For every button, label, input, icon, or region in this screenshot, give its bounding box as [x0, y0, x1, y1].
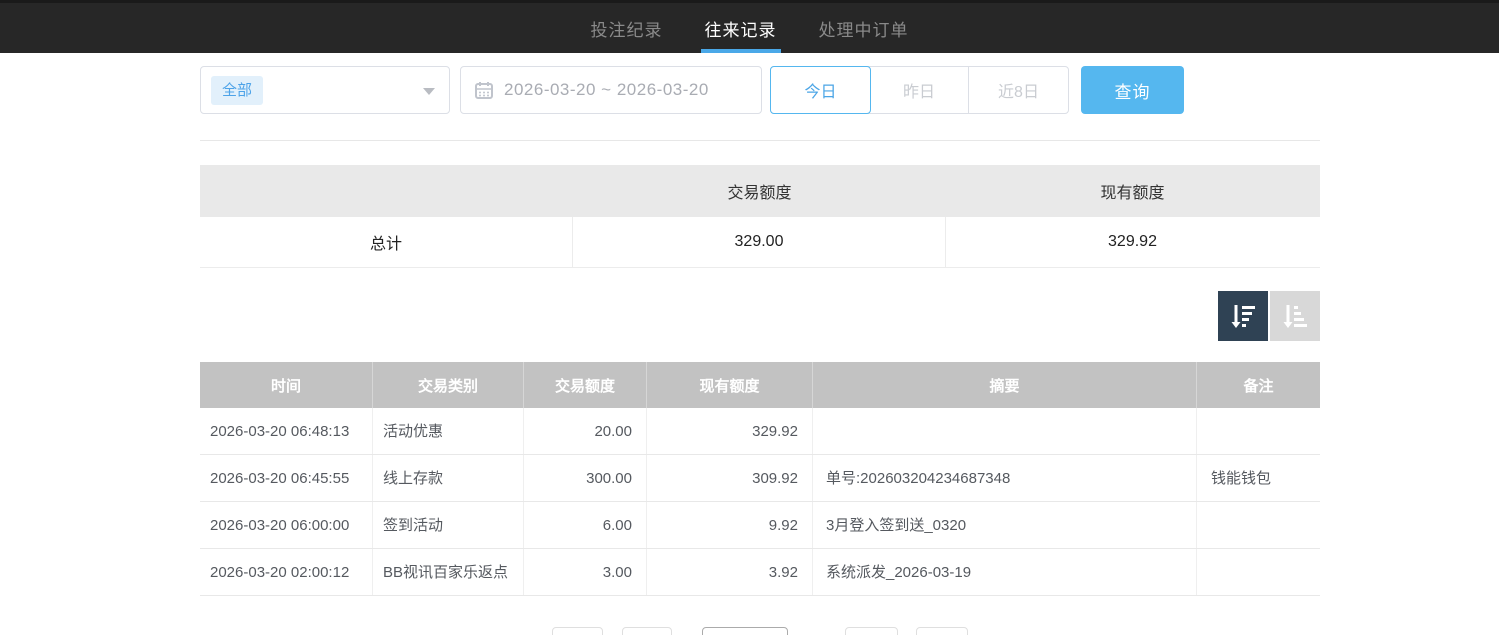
- header-summary: 摘要: [813, 362, 1197, 408]
- cell-time: 2026-03-20 06:48:13: [200, 408, 373, 454]
- tab-processing-orders[interactable]: 处理中订单: [813, 3, 915, 53]
- cell-amount: 20.00: [524, 408, 647, 454]
- tab-transaction-records[interactable]: 往来记录: [699, 3, 783, 53]
- selected-type-chip: 全部: [211, 76, 263, 105]
- search-button[interactable]: 查询: [1081, 66, 1184, 114]
- cell-summary: 系统派发_2026-03-19: [813, 549, 1197, 595]
- pagination-button[interactable]: [552, 627, 603, 635]
- sort-ascending-button[interactable]: [1270, 291, 1320, 341]
- sort-descending-icon: [1228, 301, 1258, 331]
- transaction-type-select[interactable]: 全部: [200, 66, 450, 114]
- filter-row: 全部 2026-03-20 ~ 2026-03-20 今日 昨日: [200, 66, 1320, 114]
- date-range-picker[interactable]: 2026-03-20 ~ 2026-03-20: [460, 66, 762, 114]
- pagination-button[interactable]: [916, 627, 968, 635]
- cell-balance: 9.92: [647, 502, 813, 548]
- filter-divider: [200, 140, 1320, 141]
- summary-total-row: 总计 329.00 329.92: [200, 217, 1320, 268]
- cell-amount: 300.00: [524, 455, 647, 501]
- pagination-current-page[interactable]: [702, 627, 788, 635]
- header-remark: 备注: [1197, 362, 1320, 408]
- summary-total-label: 总计: [200, 217, 573, 267]
- top-tab-bar: 投注纪录 往来记录 处理中订单: [0, 0, 1499, 53]
- cell-remark: [1197, 502, 1320, 548]
- sort-descending-button[interactable]: [1218, 291, 1268, 341]
- summary-header-row: 交易额度 现有额度: [200, 165, 1320, 217]
- cell-amount: 6.00: [524, 502, 647, 548]
- sort-bar: [200, 291, 1320, 341]
- table-row: 2026-03-20 06:48:13 活动优惠 20.00 329.92: [200, 408, 1320, 455]
- cell-time: 2026-03-20 06:45:55: [200, 455, 373, 501]
- transactions-table: 时间 交易类别 交易额度 现有额度 摘要 备注 2026-03-20 06:48…: [200, 362, 1320, 596]
- date-range-value: 2026-03-20 ~ 2026-03-20: [504, 80, 709, 100]
- quick-date-button-group: 今日 昨日 近8日: [770, 66, 1069, 114]
- table-row: 2026-03-20 02:00:12 BB视讯百家乐返点 3.00 3.92 …: [200, 549, 1320, 596]
- last-8-days-button[interactable]: 近8日: [969, 67, 1068, 113]
- sort-ascending-icon: [1280, 301, 1310, 331]
- button-label: 昨日: [903, 78, 935, 102]
- tab-betting-records[interactable]: 投注纪录: [585, 3, 669, 53]
- cell-time: 2026-03-20 06:00:00: [200, 502, 373, 548]
- main-content: 全部 2026-03-20 ~ 2026-03-20 今日 昨日: [200, 66, 1320, 596]
- cell-balance: 309.92: [647, 455, 813, 501]
- cell-type: 线上存款: [373, 455, 524, 501]
- table-header-row: 时间 交易类别 交易额度 现有额度 摘要 备注: [200, 362, 1320, 408]
- pagination-button[interactable]: [622, 627, 672, 635]
- tab-label: 往来记录: [705, 16, 777, 41]
- header-type: 交易类别: [373, 362, 524, 408]
- cell-amount: 3.00: [524, 549, 647, 595]
- summary-header-balance: 现有额度: [946, 165, 1319, 217]
- button-label: 近8日: [998, 78, 1039, 102]
- summary-header-trade-amount: 交易额度: [573, 165, 946, 217]
- summary-balance-value: 329.92: [946, 217, 1319, 267]
- table-row: 2026-03-20 06:45:55 线上存款 300.00 309.92 单…: [200, 455, 1320, 502]
- caret-down-icon: [423, 88, 435, 95]
- header-amount: 交易额度: [524, 362, 647, 408]
- summary-header-empty: [200, 165, 573, 217]
- cell-remark: [1197, 408, 1320, 454]
- yesterday-button[interactable]: 昨日: [870, 67, 969, 113]
- summary-table: 交易额度 现有额度 总计 329.00 329.92: [200, 165, 1320, 268]
- header-balance: 现有额度: [647, 362, 813, 408]
- cell-summary: 3月登入签到送_0320: [813, 502, 1197, 548]
- button-label: 今日: [804, 78, 836, 102]
- cell-remark: 钱能钱包: [1197, 455, 1320, 501]
- summary-trade-amount-value: 329.00: [573, 217, 946, 267]
- cell-balance: 329.92: [647, 408, 813, 454]
- cell-summary: [813, 408, 1197, 454]
- tab-label: 投注纪录: [591, 16, 663, 41]
- cell-balance: 3.92: [647, 549, 813, 595]
- table-row: 2026-03-20 06:00:00 签到活动 6.00 9.92 3月登入签…: [200, 502, 1320, 549]
- cell-type: 活动优惠: [373, 408, 524, 454]
- cell-type: BB视讯百家乐返点: [373, 549, 524, 595]
- pagination-button[interactable]: [845, 627, 898, 635]
- tab-label: 处理中订单: [819, 16, 909, 41]
- today-button[interactable]: 今日: [770, 66, 871, 114]
- cell-summary: 单号:202603204234687348: [813, 455, 1197, 501]
- header-time: 时间: [200, 362, 373, 408]
- cell-time: 2026-03-20 02:00:12: [200, 549, 373, 595]
- cell-remark: [1197, 549, 1320, 595]
- active-tab-underline: [701, 49, 781, 53]
- cell-type: 签到活动: [373, 502, 524, 548]
- calendar-icon: [475, 81, 493, 99]
